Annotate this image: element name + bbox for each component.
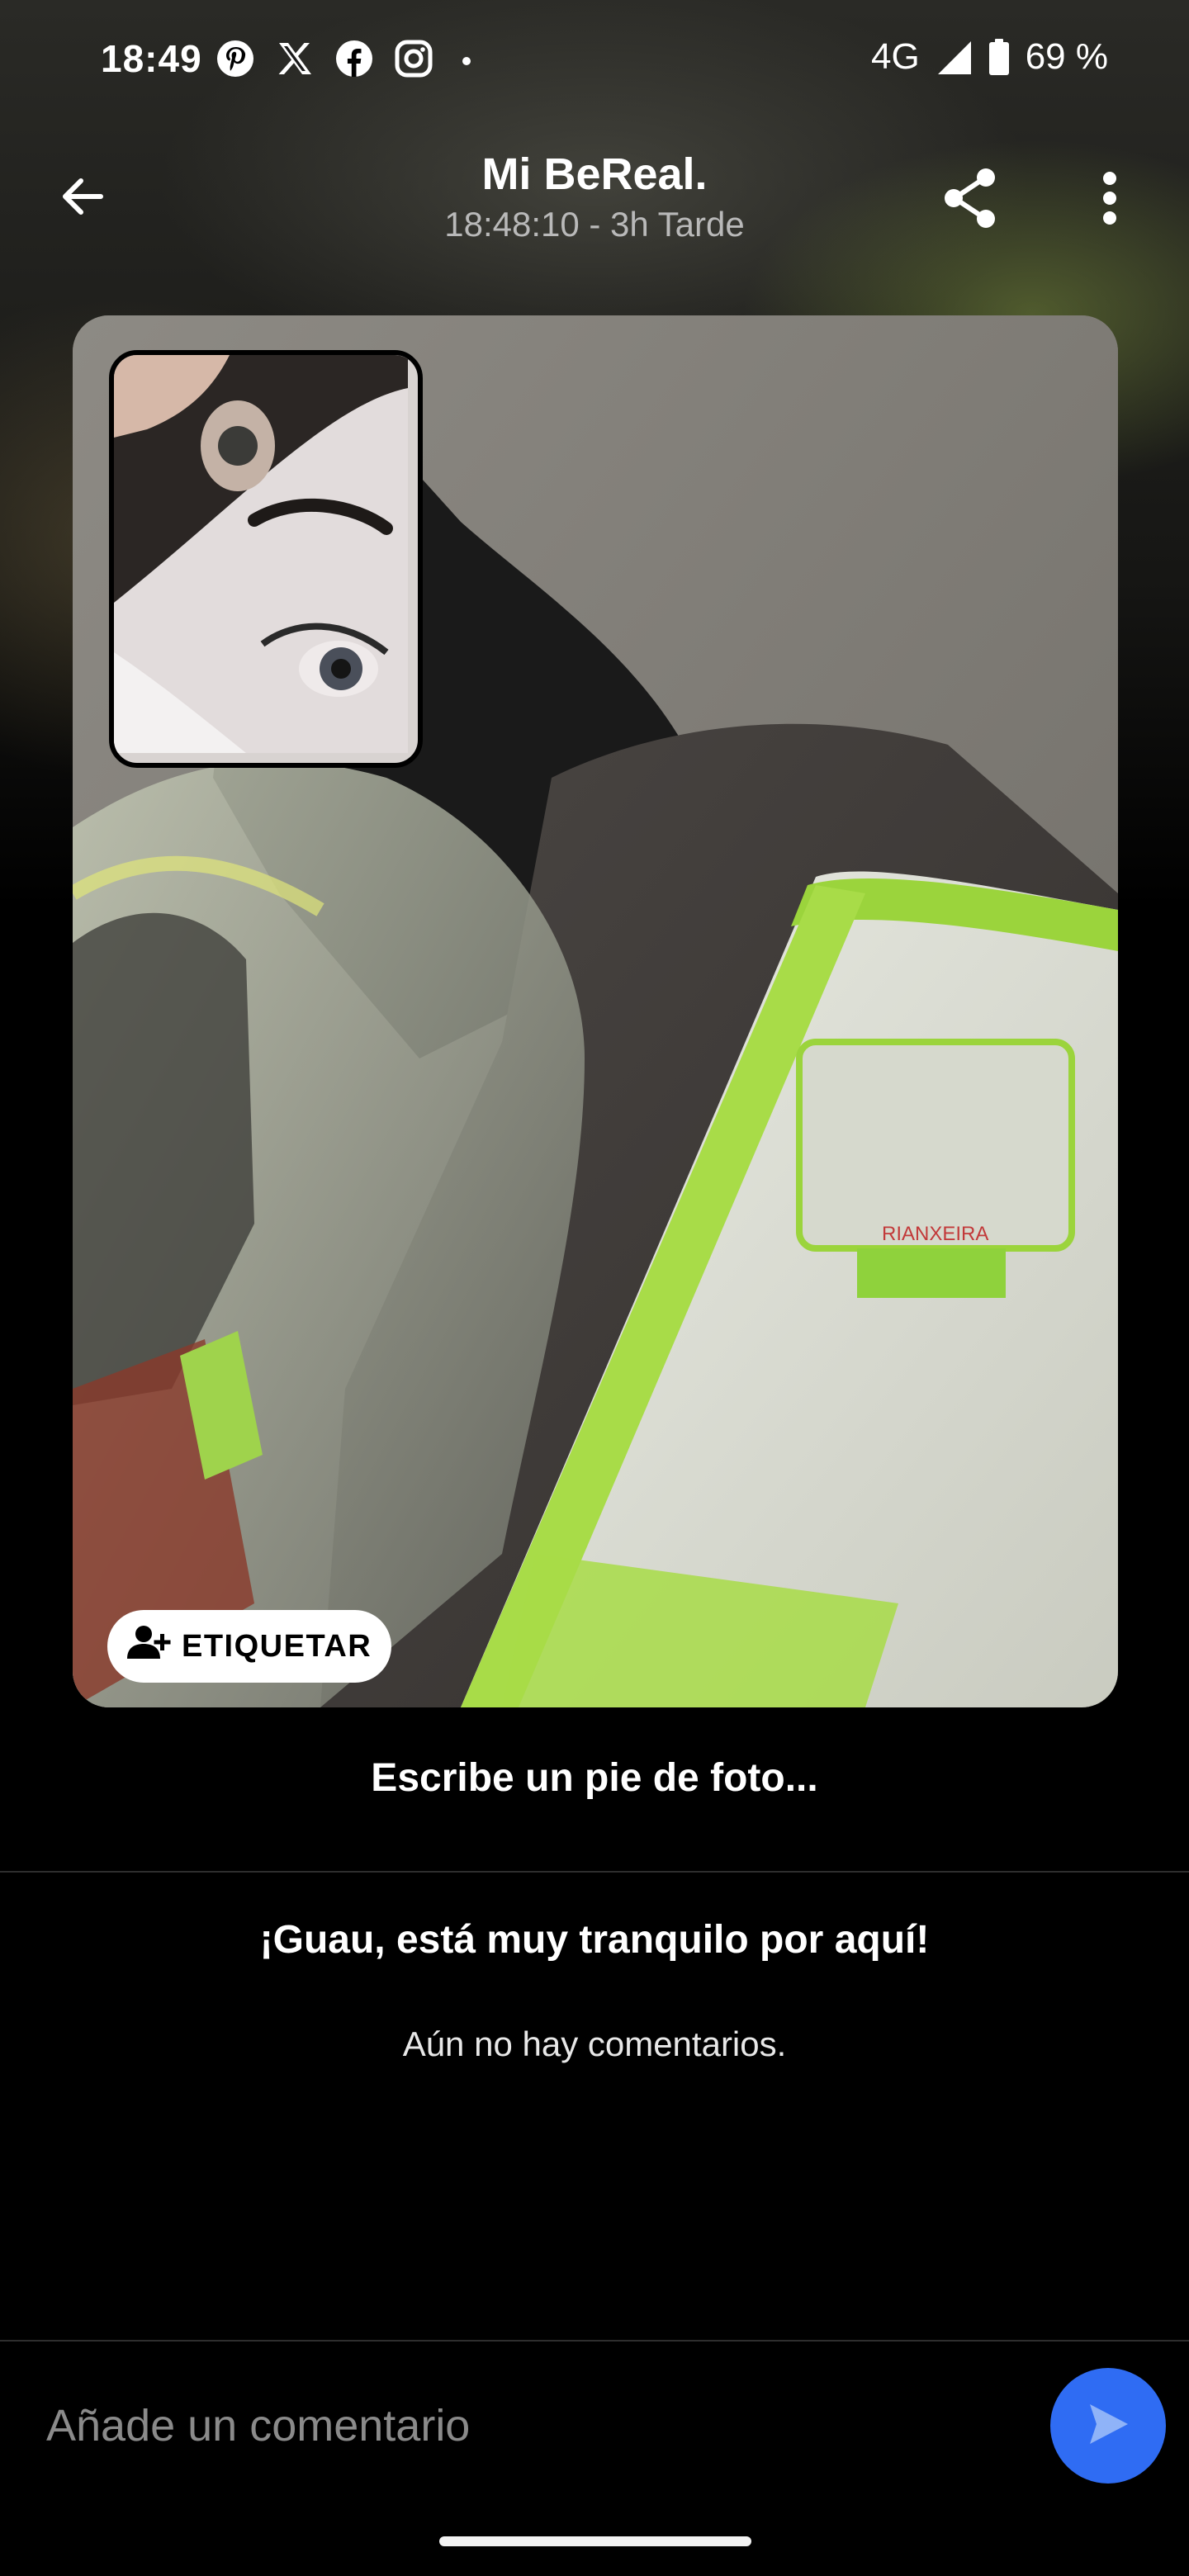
comment-bar bbox=[0, 2343, 1189, 2508]
instagram-icon bbox=[395, 40, 433, 78]
battery-icon bbox=[988, 38, 1011, 76]
back-button[interactable] bbox=[41, 157, 124, 239]
empty-comments-subtitle: Aún no hay comentarios. bbox=[402, 2024, 787, 2063]
bereal-post-screen: 18:49 4G 69 % Mi BeReal. 18:48:10 - 3h T… bbox=[0, 0, 1189, 2576]
header: Mi BeReal. 18:48:10 - 3h Tarde bbox=[0, 132, 1189, 264]
send-icon bbox=[1083, 2399, 1133, 2453]
caption-placeholder[interactable]: Escribe un pie de foto... bbox=[0, 1755, 1189, 1801]
notification-icons bbox=[216, 40, 479, 78]
network-type: 4G bbox=[871, 36, 920, 77]
status-indicators: 4G 69 % bbox=[871, 36, 1108, 78]
selfie-thumbnail[interactable] bbox=[109, 350, 423, 768]
tag-friends-button[interactable]: ETIQUETAR bbox=[107, 1610, 392, 1683]
tag-label: ETIQUETAR bbox=[182, 1628, 372, 1664]
status-time: 18:49 bbox=[101, 37, 202, 80]
home-indicator[interactable] bbox=[439, 2536, 751, 2546]
facebook-icon bbox=[335, 40, 373, 78]
arrow-left-icon bbox=[58, 172, 107, 225]
more-options-button[interactable] bbox=[1070, 159, 1149, 241]
pinterest-icon bbox=[216, 40, 254, 78]
share-icon bbox=[941, 167, 999, 234]
dot-icon bbox=[454, 40, 479, 78]
selfie-photo bbox=[114, 355, 408, 753]
comment-input[interactable] bbox=[46, 2393, 996, 2459]
send-button[interactable] bbox=[1050, 2368, 1166, 2484]
divider bbox=[0, 2340, 1189, 2342]
add-person-icon bbox=[126, 1624, 172, 1669]
empty-comments-title: ¡Guau, está muy tranquilo por aquí! bbox=[259, 1918, 930, 1962]
bereal-photo-card[interactable]: RIANXEIRA ETIQUETAR bbox=[73, 315, 1118, 1707]
x-icon bbox=[276, 40, 314, 78]
svg-text:RIANXEIRA: RIANXEIRA bbox=[882, 1223, 988, 1245]
divider bbox=[0, 1871, 1189, 1873]
signal-icon bbox=[935, 38, 973, 76]
title-block: Mi BeReal. 18:48:10 - 3h Tarde bbox=[306, 147, 883, 244]
more-vertical-icon bbox=[1100, 169, 1120, 231]
share-button[interactable] bbox=[929, 159, 1011, 241]
battery-percent: 69 % bbox=[1025, 36, 1108, 77]
status-bar: 18:49 4G 69 % bbox=[0, 0, 1189, 116]
post-timestamp: 18:48:10 - 3h Tarde bbox=[444, 205, 745, 244]
page-title: Mi BeReal. bbox=[481, 149, 708, 199]
